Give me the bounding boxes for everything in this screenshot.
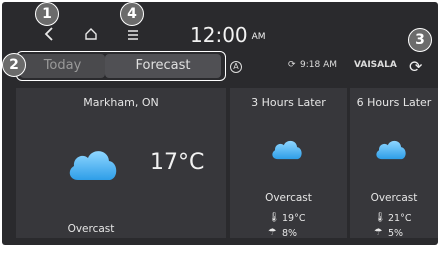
cloud-icon [272, 140, 302, 160]
callout-1: 1 [35, 2, 59, 26]
home-icon[interactable] [84, 27, 98, 44]
provider-logo: VAISALA [354, 60, 397, 70]
sync-icon: ⟳ [288, 60, 296, 70]
bottom-margin [0, 245, 440, 258]
tab-bar: Today Forecast [16, 51, 226, 81]
refresh-icon[interactable]: ⟳ [409, 57, 422, 76]
current-condition: Overcast [67, 223, 115, 235]
update-time: 9:18 AM [300, 60, 337, 70]
thermometer-icon: 🌡 [268, 212, 281, 223]
back-icon[interactable] [44, 27, 54, 44]
top-bar: 12:00 AM [2, 2, 438, 48]
current-location: Markham, ON [83, 96, 159, 109]
clock-time: 12:00 [190, 23, 248, 47]
callout-2: 2 [2, 53, 26, 77]
tab-forecast[interactable]: Forecast [105, 54, 221, 78]
forecast-temp: 19°C [282, 213, 306, 224]
forecast-precip: 5% [388, 228, 404, 239]
cloud-icon [376, 140, 406, 160]
cloud-icon [69, 151, 117, 180]
clock-ampm: AM [251, 31, 266, 42]
forecast-label: 6 Hours Later [356, 96, 432, 109]
forecast-precip: 8% [282, 228, 298, 239]
forecast-condition: Overcast [265, 192, 312, 204]
umbrella-icon: ☂ [268, 227, 277, 238]
tab-today[interactable]: Today [20, 54, 105, 78]
umbrella-icon: ☂ [374, 227, 383, 238]
forecast-temp: 21°C [388, 213, 412, 224]
clock: 12:00 AM [190, 24, 266, 48]
thermometer-icon: 🌡 [374, 212, 387, 223]
menu-icon[interactable] [127, 28, 139, 44]
callout-4: 4 [120, 2, 144, 26]
current-weather-card: Markham, ON 17°C Overcast [16, 88, 226, 238]
current-temperature: 17°C [150, 150, 205, 175]
forecast-condition: Overcast [370, 192, 418, 204]
forecast-card: 6 Hours Later Overcast 🌡 21°C ☂ 5% [350, 88, 438, 239]
callout-3: 3 [408, 28, 432, 52]
auto-location-icon[interactable]: A [230, 61, 242, 73]
screen: 12:00 AM Today Forecast A ⟳ 9:18 AM VAISA… [0, 0, 440, 258]
forecast-card: 3 Hours Later Overcast 🌡 19°C ☂ 8% [230, 88, 347, 239]
weather-panel: 12:00 AM Today Forecast A ⟳ 9:18 AM VAISA… [2, 2, 438, 245]
forecast-label: 3 Hours Later [251, 96, 326, 109]
